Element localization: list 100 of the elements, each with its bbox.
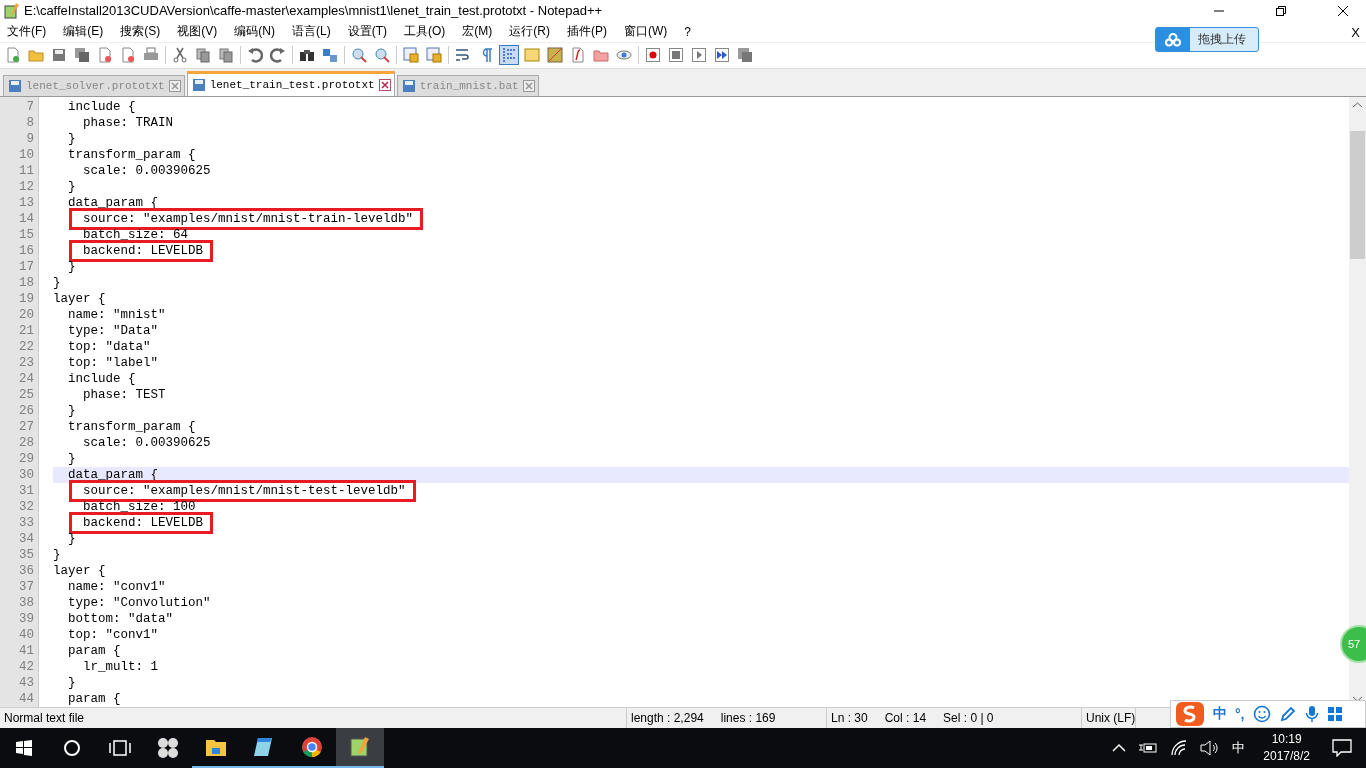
grid-icon[interactable] [1326, 706, 1343, 722]
battery-icon[interactable] [1138, 741, 1159, 755]
file-tab[interactable]: lenet_train_test.prototxt [186, 70, 395, 96]
code-line: param { [68, 643, 121, 658]
status-text: Sel : 0 | 0 [943, 711, 994, 726]
code-line: } [68, 531, 76, 546]
sync-vertical-icon[interactable] [401, 45, 421, 66]
line-number: 8 [26, 115, 34, 130]
line-number: 17 [19, 259, 34, 274]
code-line: } [68, 179, 76, 194]
code-line: top: "data" [68, 339, 151, 354]
line-number: 30 [19, 467, 34, 482]
copy-icon[interactable] [193, 45, 213, 66]
sync-horizontal-icon[interactable] [424, 45, 444, 66]
line-number: 16 [19, 243, 34, 258]
ime-indicator[interactable]: 中 [1232, 739, 1246, 757]
line-number: 26 [19, 403, 34, 418]
line-number: 38 [19, 595, 34, 610]
code-line: layer { [53, 291, 106, 306]
code-line: source: "examples/mnist/mnist-test-leveldb" [83, 483, 406, 498]
code-line: top: "label" [68, 355, 159, 370]
paste-icon[interactable] [216, 45, 236, 66]
clock[interactable]: 10:19 2017/8/2 [1263, 731, 1310, 765]
window-title: E:\caffeInstall2013CUDAVersion\caffe-master\examples\mnist1\lenet_train_test.prototxt - Notepad++ [24, 3, 603, 19]
upload-button[interactable]: 拖拽上传 [1155, 26, 1259, 52]
line-number: 31 [19, 483, 34, 498]
menu-item[interactable]: 插件(P) [567, 23, 607, 41]
close-icon[interactable] [1337, 4, 1349, 17]
clock-time: 10:19 [1271, 731, 1302, 748]
menu-item[interactable]: 搜索(S) [120, 23, 161, 41]
menu-item[interactable]: 窗口(W) [624, 23, 668, 41]
menu-item[interactable]: 编码(N) [234, 23, 275, 41]
code-line: source: "examples/mnist/mnist-train-leveldb" [83, 211, 414, 226]
menu-item[interactable]: 工具(O) [404, 23, 446, 41]
code-line: phase: TEST [83, 387, 166, 402]
code-line: } [68, 131, 76, 146]
ime-mode[interactable]: 中 [1213, 705, 1227, 723]
line-number: 35 [19, 547, 34, 562]
status-text: Normal text file [4, 711, 85, 726]
pen-icon[interactable] [1278, 705, 1297, 723]
line-number: 11 [19, 163, 34, 178]
line-number: 34 [19, 531, 34, 546]
code-line: top: "conv1" [68, 627, 159, 642]
line-number: 23 [19, 355, 34, 370]
line-number: 36 [19, 563, 34, 578]
line-number: 20 [19, 307, 34, 322]
code-line: scale: 0.00390625 [83, 163, 211, 178]
line-number: 15 [19, 227, 34, 242]
line-number: 42 [19, 659, 34, 674]
line-number: 7 [26, 99, 34, 114]
code-line: lr_mult: 1 [83, 659, 159, 674]
line-number: 37 [19, 579, 34, 594]
code-line: include { [68, 99, 136, 114]
volume-icon[interactable] [1200, 740, 1221, 756]
code-line: } [53, 547, 61, 562]
restore-icon[interactable] [1275, 4, 1287, 17]
close-icon[interactable] [378, 78, 391, 91]
code-line: name: "conv1" [68, 579, 166, 594]
notification-icon[interactable] [1332, 739, 1352, 757]
notepad-plus-plus-icon [4, 2, 20, 19]
line-number: 43 [19, 675, 34, 690]
code-line: } [68, 403, 76, 418]
line-number: 41 [19, 643, 34, 658]
save-icon [191, 77, 206, 92]
close-button[interactable]: X [1351, 24, 1360, 40]
menu-item[interactable]: 运行(R) [509, 23, 550, 41]
status-text: Unix (LF) [1086, 711, 1136, 726]
code-line: bottom: "data" [68, 611, 174, 626]
code-line: type: "Data" [68, 323, 159, 338]
menu-item[interactable]: 宏(M) [462, 23, 493, 41]
code-line: scale: 0.00390625 [83, 435, 211, 450]
code-line: } [68, 259, 76, 274]
smiley-icon[interactable] [1252, 705, 1271, 723]
chevron-up-icon[interactable] [1112, 743, 1127, 753]
line-number: 13 [19, 195, 34, 210]
menu-item[interactable]: 视图(V) [177, 23, 218, 41]
menu-item[interactable]: 编辑(E) [63, 23, 104, 41]
code-line: type: "Convolution" [68, 595, 211, 610]
save-icon [8, 78, 22, 93]
microphone-icon[interactable] [1304, 705, 1319, 723]
code-line: name: "mnist" [68, 307, 166, 322]
status-text: lines : 169 [720, 711, 776, 726]
cut-icon[interactable] [170, 45, 190, 66]
menu-item[interactable]: 设置(T) [347, 23, 387, 41]
menu-item[interactable]: ? [684, 24, 691, 39]
menu-item[interactable]: 文件(F) [7, 23, 47, 41]
wifi-icon[interactable] [1170, 740, 1189, 756]
scrollbar-thumb[interactable] [1350, 130, 1365, 259]
punctuation-mode[interactable]: °, [1235, 706, 1245, 722]
menu-item[interactable]: 语言(L) [292, 23, 331, 41]
line-number: 25 [19, 387, 34, 402]
line-number: 32 [19, 499, 34, 514]
line-number: 18 [19, 275, 34, 290]
code-line: transform_param { [68, 147, 196, 162]
map-icon[interactable] [545, 45, 565, 66]
notepadpp-icon[interactable] [336, 728, 384, 768]
indent-guide-icon[interactable] [499, 45, 519, 66]
status-text: Col : 14 [884, 711, 927, 726]
line-number: 33 [19, 515, 34, 530]
code-line: backend: LEVELDB [83, 515, 204, 530]
